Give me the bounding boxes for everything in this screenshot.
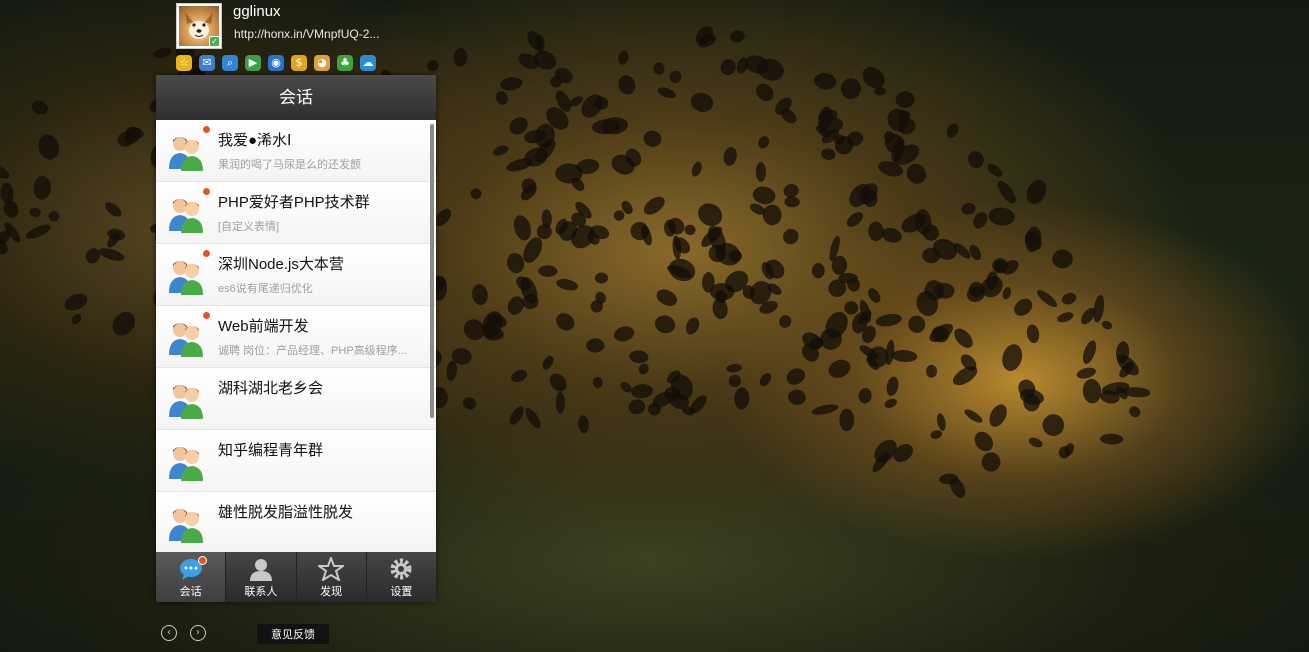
discover-star-icon [316, 555, 347, 583]
tab-chat[interactable]: 会话 [156, 552, 227, 602]
conversation-name: 我爱●浠水Ⅰ [218, 132, 292, 149]
group-avatar-icon [166, 253, 206, 295]
group-avatar-icon [166, 377, 206, 419]
conversation-item[interactable]: 湖科湖北老乡会 [156, 368, 436, 430]
group-avatar-icon [166, 501, 206, 543]
tab-label: 会话 [179, 586, 202, 598]
pet-icon[interactable]: ◕ [314, 55, 330, 71]
panel-title: 会话 [156, 75, 436, 120]
conversation-list: 我爱●浠水Ⅰ 果润的喝了马尿是么的还发颤 PHP爱好者PHP技术群 [自定义表情] 深圳… [156, 120, 436, 552]
money-bag-icon[interactable]: $ [291, 55, 307, 71]
app-icon-bar: ☆ ✉ ⌕ ▶ ◉ $ ◕ ♣ ☁ [176, 55, 376, 71]
conversation-item[interactable]: 雄性脱发脂溢性脱发 [156, 492, 436, 552]
browser-icon[interactable]: ◉ [268, 55, 284, 71]
group-avatar-icon [166, 439, 206, 481]
conversation-preview: 诚聘 岗位：产品经理、PHP高级程序... [218, 345, 407, 357]
tab-label: 发现 [320, 586, 343, 598]
feedback-button[interactable]: 意见反馈 [257, 624, 329, 644]
contact-person-icon [248, 557, 274, 581]
settings-gear-icon [388, 557, 414, 581]
list-scrollbar[interactable] [430, 124, 434, 418]
conversation-name: 深圳Node.js大本营 [218, 256, 344, 273]
cloud-icon[interactable]: ☁ [360, 55, 376, 71]
profile-url[interactable]: http://honx.in/VMnpfUQ-2... [234, 27, 384, 41]
conversation-item[interactable]: Web前端开发诚聘 岗位：产品经理、PHP高级程序... [156, 306, 436, 368]
favorites-icon[interactable]: ☆ [176, 55, 192, 71]
group-avatar-icon [166, 315, 206, 357]
tab-settings[interactable]: 设置 [367, 552, 436, 602]
conversation-name: PHP爱好者PHP技术群 [218, 194, 370, 211]
tab-badge [198, 556, 207, 565]
conversation-preview: 果润的喝了马尿是么的还发颤 [218, 159, 361, 171]
unread-dot [201, 186, 212, 197]
dog-avatar-image: ✓ [179, 6, 220, 47]
prev-button[interactable]: ‹ [161, 625, 177, 641]
conversation-name: 知乎编程青年群 [218, 442, 324, 459]
conversation-item[interactable]: 知乎编程青年群 [156, 430, 436, 492]
conversation-name: Web前端开发 [218, 318, 309, 335]
profile-name: gglinux [233, 3, 281, 20]
tab-discover[interactable]: 发现 [297, 552, 367, 602]
profile-avatar[interactable]: ✓ [176, 3, 222, 49]
search-icon[interactable]: ⌕ [222, 55, 238, 71]
conversation-name: 湖科湖北老乡会 [218, 380, 324, 397]
mail-icon[interactable]: ✉ [199, 55, 215, 71]
clover-icon[interactable]: ♣ [337, 55, 353, 71]
unread-dot [201, 310, 212, 321]
chat-panel: 会话 我爱●浠水Ⅰ 果润的喝了马尿是么的还发颤 PHP爱好者PHP技术群 [自定义表情… [156, 75, 436, 602]
unread-dot [201, 248, 212, 259]
bottom-tab-bar: 会话 联系人 发现 设置 [156, 552, 436, 602]
group-avatar-icon [166, 129, 206, 171]
next-button[interactable]: › [190, 625, 206, 641]
conversation-name: 雄性脱发脂溢性脱发 [218, 504, 354, 521]
online-status-icon: ✓ [209, 36, 220, 47]
group-avatar-icon [166, 191, 206, 233]
conversation-preview: es6说有尾递归优化 [218, 283, 313, 295]
unread-dot [201, 124, 212, 135]
conversation-item[interactable]: PHP爱好者PHP技术群 [自定义表情] [156, 182, 436, 244]
tab-label: 设置 [390, 586, 413, 598]
conversation-item[interactable]: 我爱●浠水Ⅰ 果润的喝了马尿是么的还发颤 [156, 120, 436, 182]
play-icon[interactable]: ▶ [245, 55, 261, 71]
tab-label: 联系人 [244, 586, 278, 598]
conversation-item[interactable]: 深圳Node.js大本营 es6说有尾递归优化 [156, 244, 436, 306]
tab-contacts[interactable]: 联系人 [226, 552, 297, 602]
conversation-preview: [自定义表情] [218, 221, 280, 233]
